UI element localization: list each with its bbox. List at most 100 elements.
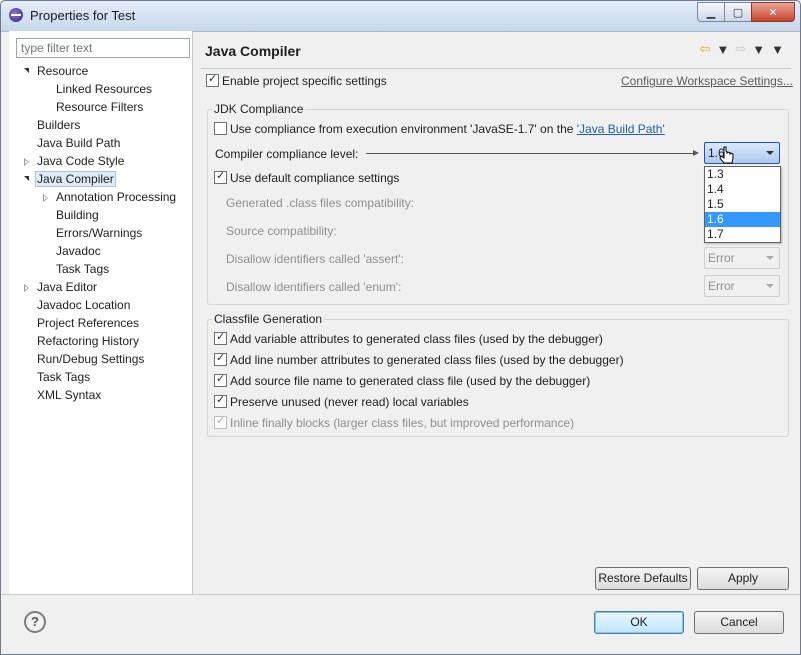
tree-item[interactable]: Errors/Warnings [54, 225, 144, 242]
disallow-enum-label: Disallow identifiers called 'enum': [226, 280, 402, 294]
compliance-level-combo[interactable]: 1.6 [704, 142, 780, 164]
enable-project-settings-checkbox[interactable] [206, 72, 219, 87]
source-name-checkbox[interactable] [214, 372, 227, 387]
tree-item-label: Java Editor [37, 280, 98, 294]
disallow-enum-value: Error [708, 279, 735, 293]
use-default-compliance-label: Use default compliance settings [230, 171, 400, 185]
tree-item-label: Javadoc [56, 244, 101, 258]
compliance-annotation-arrow [366, 150, 699, 156]
tree-item[interactable]: Resource [24, 63, 90, 80]
tree-item-label: Project References [37, 316, 140, 330]
ok-button[interactable]: OK [594, 611, 684, 634]
preserve-unused-checkbox[interactable] [214, 393, 227, 408]
tree-item[interactable]: Annotation Processing [43, 189, 178, 206]
jdk-compliance-title: JDK Compliance [212, 102, 306, 116]
disallow-assert-label: Disallow identifiers called 'assert': [226, 252, 404, 266]
tree-item-label: Task Tags [56, 262, 110, 276]
back-history-dropdown-icon[interactable]: ▼ [716, 42, 729, 57]
tree-item[interactable]: Java Build Path [35, 135, 122, 152]
collapsed-arrow-icon[interactable] [24, 158, 29, 166]
tree-item[interactable]: Linked Resources [54, 81, 154, 98]
window-controls: ▁ ▢ ✕ [697, 2, 795, 22]
compliance-option[interactable]: 1.6 [705, 212, 780, 227]
tree-item[interactable]: Task Tags [54, 261, 111, 278]
tree-item-label: Linked Resources [56, 82, 153, 96]
mouse-pointer-icon [719, 146, 734, 164]
back-arrow-icon[interactable]: ⇦ [700, 41, 711, 57]
inline-finally-checkbox[interactable] [214, 414, 227, 429]
java-build-path-link[interactable]: 'Java Build Path' [577, 122, 665, 136]
expanded-arrow-icon[interactable] [24, 68, 29, 73]
line-numbers-checkbox[interactable] [214, 351, 227, 366]
view-menu-icon[interactable]: ▼ [771, 42, 784, 57]
tree-item[interactable]: Refactoring History [35, 333, 141, 350]
button-bar-separator [1, 594, 800, 595]
compliance-level-label: Compiler compliance level: [215, 147, 359, 161]
inline-finally-label: Inline finally blocks (larger class file… [230, 416, 575, 430]
tree-item[interactable]: Java Compiler [24, 171, 116, 188]
use-env-compliance-text: Use compliance from execution environmen… [230, 122, 577, 136]
use-env-compliance-label: Use compliance from execution environmen… [230, 122, 665, 136]
tree-item[interactable]: Resource Filters [54, 99, 145, 116]
help-icon[interactable]: ? [24, 611, 46, 633]
tree-item-label: XML Syntax [37, 388, 102, 402]
apply-button[interactable]: Apply [697, 567, 789, 590]
tree-item[interactable]: Java Editor [24, 279, 99, 296]
tree-item-label: Javadoc Location [37, 298, 131, 312]
use-env-compliance-checkbox[interactable] [214, 122, 227, 135]
tree-item-label: Java Compiler [35, 171, 116, 187]
compliance-option[interactable]: 1.3 [705, 167, 780, 182]
compliance-option[interactable]: 1.7 [705, 227, 780, 242]
tree-item-label: Refactoring History [37, 334, 140, 348]
disallow-enum-combo[interactable]: Error [704, 275, 780, 297]
preference-tree-pane: Resource Linked Resources Resource Filters… [9, 31, 193, 594]
expanded-arrow-icon[interactable] [24, 176, 29, 181]
preserve-unused-label: Preserve unused (never read) local varia… [230, 395, 469, 409]
source-name-label: Add source file name to generated class … [230, 374, 591, 388]
tree-item[interactable]: Task Tags [35, 369, 92, 386]
window-title: Properties for Test [30, 8, 136, 23]
compliance-option[interactable]: 1.4 [705, 182, 780, 197]
collapsed-arrow-icon[interactable] [43, 194, 48, 202]
compliance-option[interactable]: 1.5 [705, 197, 780, 212]
tree-item-label: Building [56, 208, 99, 222]
tree-item-label: Annotation Processing [56, 190, 177, 204]
tree-item[interactable]: Javadoc Location [35, 297, 132, 314]
compliance-level-list: 1.3 1.4 1.5 1.6 1.7 [704, 166, 781, 243]
tree-item-label: Java Build Path [37, 136, 121, 150]
variable-attrs-label: Add variable attributes to generated cla… [230, 332, 603, 346]
filter-input[interactable] [16, 38, 190, 58]
tree-item[interactable]: Java Code Style [24, 153, 126, 170]
close-button[interactable]: ✕ [751, 2, 795, 22]
minimize-button[interactable]: ▁ [697, 2, 725, 22]
forward-arrow-icon[interactable]: ⇨ [735, 41, 746, 57]
collapsed-arrow-icon[interactable] [24, 284, 29, 292]
tree-item[interactable]: Run/Debug Settings [35, 351, 146, 368]
disallow-assert-combo[interactable]: Error [704, 247, 780, 269]
eclipse-icon [9, 8, 23, 22]
page-title: Java Compiler [205, 43, 301, 59]
restore-defaults-button[interactable]: Restore Defaults [595, 567, 691, 590]
title-separator [201, 68, 791, 69]
page-navigation: ⇦ ▼ ⇨ ▼ ▼ [694, 41, 784, 57]
forward-history-dropdown-icon[interactable]: ▼ [752, 42, 765, 57]
configure-workspace-link[interactable]: Configure Workspace Settings... [621, 74, 793, 88]
enable-project-settings-label: Enable project specific settings [222, 74, 387, 88]
tree-item[interactable]: Javadoc [54, 243, 103, 260]
variable-attrs-checkbox[interactable] [214, 330, 227, 345]
use-default-compliance-checkbox[interactable] [214, 169, 227, 184]
tree-item[interactable]: XML Syntax [35, 387, 103, 404]
tree-item[interactable]: Project References [35, 315, 141, 332]
maximize-button[interactable]: ▢ [724, 2, 752, 22]
chevron-down-icon [766, 284, 774, 288]
source-compat-label: Source compatibility: [226, 224, 337, 238]
cancel-button[interactable]: Cancel [694, 611, 784, 634]
tree-item-label: Run/Debug Settings [37, 352, 145, 366]
chevron-down-icon [766, 256, 774, 260]
tree-item[interactable]: Builders [35, 117, 82, 134]
generated-compat-label: Generated .class files compatibility: [226, 196, 415, 210]
tree-item-label: Resource Filters [56, 100, 144, 114]
tree-item[interactable]: Building [54, 207, 101, 224]
chevron-down-icon [766, 151, 774, 155]
disallow-assert-value: Error [708, 251, 735, 265]
